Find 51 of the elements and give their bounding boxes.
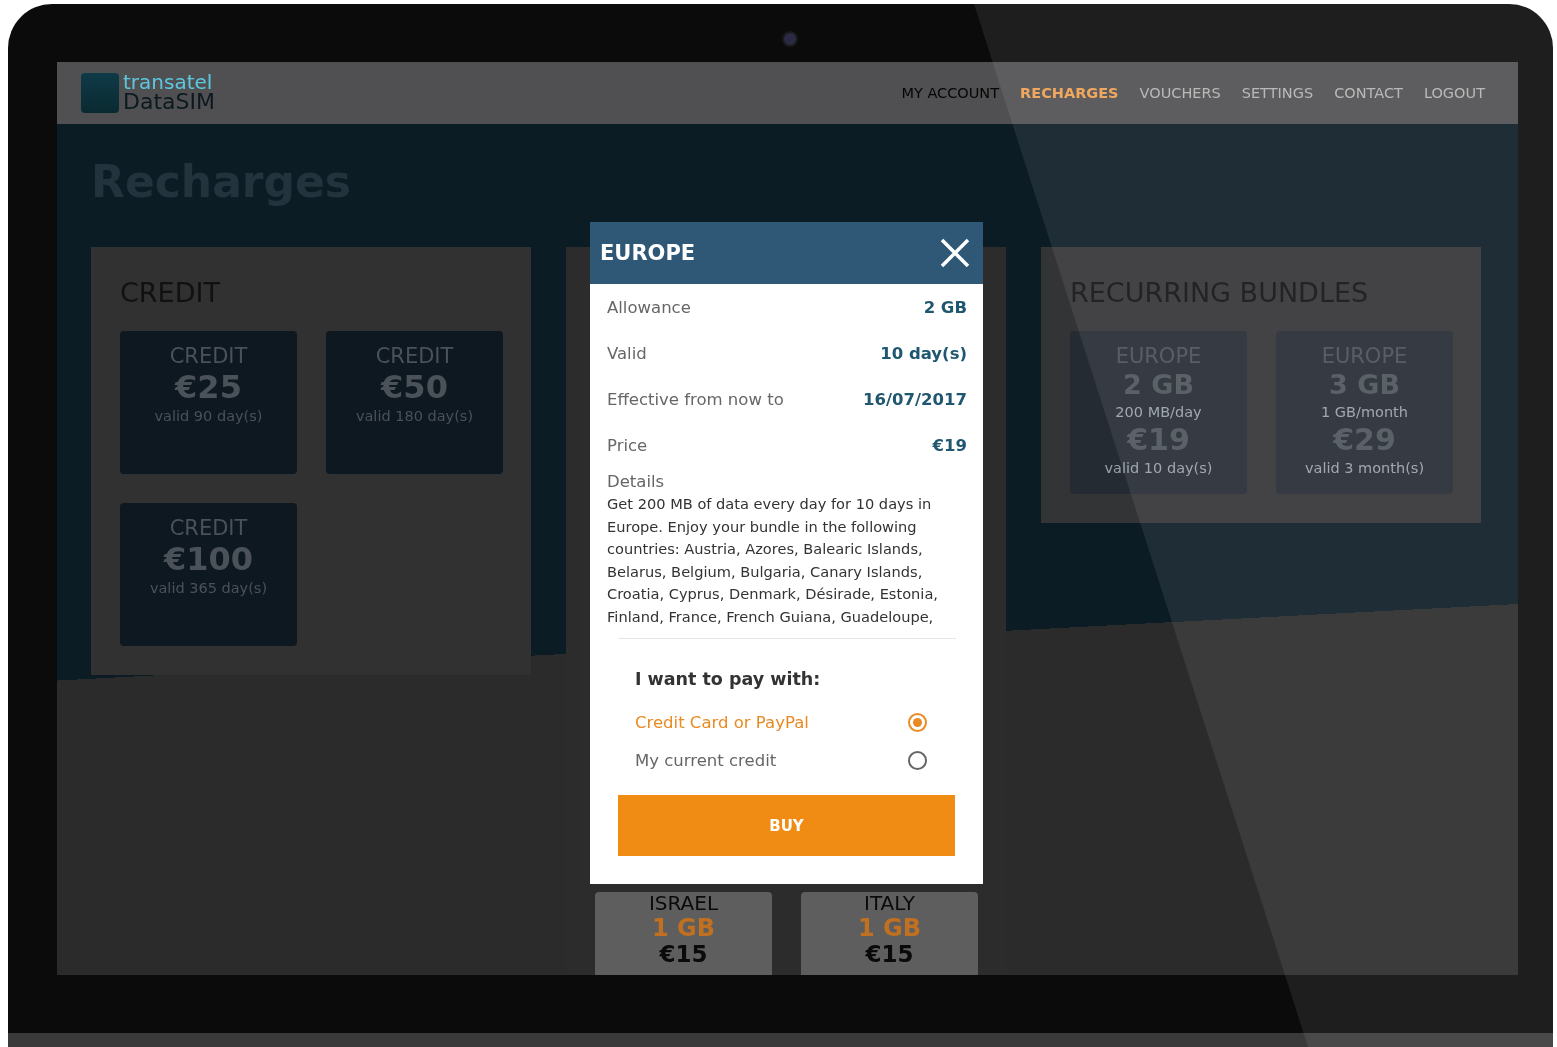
payment-option-label[interactable]: My current credit [635, 750, 777, 770]
card-price: €25 [175, 369, 242, 405]
detail-value: 16/07/2017 [863, 389, 967, 409]
detail-value: 10 day(s) [880, 343, 967, 363]
payment-option-label[interactable]: Credit Card or PayPal [635, 712, 809, 732]
bundle-card[interactable]: ITALY 1 GB €15 [801, 892, 978, 975]
payment-heading: I want to pay with: [635, 669, 822, 689]
card-price: €15 [865, 942, 914, 967]
radio-button[interactable] [908, 712, 927, 732]
details-text: Get 200 MB of data every day for 10 days in Europe. Enjoy your bundle in the following countries: Austria, Azores, Balearic Islands, Belarus, Belgium, Bulgaria, Canary Islands, Croatia, Cyprus, Denmark, Désirade, Estonia, Finland, France, French Guiana, Guadeloupe, [607, 494, 939, 627]
nav-link[interactable]: CONTACT [1334, 85, 1403, 101]
card-country: ISRAEL [648, 892, 719, 915]
detail-label: Valid [607, 343, 647, 363]
nav-link[interactable]: SETTINGS [1241, 85, 1314, 101]
details-label: Details [607, 472, 666, 491]
credit-card[interactable]: CREDIT €50 valid 180 day(s) [326, 331, 503, 474]
card-rate: 1 GB/month [1321, 403, 1408, 422]
card-label: CREDIT [169, 515, 248, 541]
detail-label: Price [607, 435, 648, 455]
card-country: ITALY [864, 892, 915, 915]
card-label: CREDIT [375, 343, 454, 369]
dialog-title: EUROPE [600, 241, 696, 265]
nav-link[interactable]: LOGOUT [1423, 85, 1485, 101]
card-price: €100 [163, 541, 254, 577]
card-price: €15 [659, 942, 708, 967]
card-label: CREDIT [169, 343, 248, 369]
close-icon[interactable] [940, 238, 970, 268]
logo-text: DataSIM [123, 92, 215, 113]
card-validity: valid 365 day(s) [149, 579, 268, 598]
card-validity: valid 180 day(s) [355, 407, 474, 426]
card-validity: valid 90 day(s) [154, 407, 263, 426]
detail-label: Allowance [607, 297, 691, 317]
detail-value: €19 [932, 435, 967, 455]
radio-button[interactable] [908, 750, 927, 770]
detail-label: Effective from now to [607, 389, 784, 409]
card-validity: valid 3 month(s) [1304, 459, 1425, 478]
buy-button[interactable]: BUY [618, 795, 955, 856]
credit-card[interactable]: CREDIT €100 valid 365 day(s) [120, 503, 297, 646]
card-price: €50 [381, 369, 448, 405]
bundle-card[interactable]: ISRAEL 1 GB €15 [595, 892, 772, 975]
card-allowance: 1 GB [651, 915, 715, 942]
nav-link[interactable]: MY ACCOUNT [901, 85, 1000, 101]
nav-link[interactable]: RECHARGES [1020, 85, 1119, 101]
card-validity: valid 10 day(s) [1104, 459, 1213, 478]
credit-card[interactable]: CREDIT €25 valid 90 day(s) [120, 331, 297, 474]
nav-link[interactable]: VOUCHERS [1139, 85, 1221, 101]
card-rate: 200 MB/day [1115, 403, 1202, 422]
logo-text: transatel [123, 73, 214, 93]
webcam-dot [782, 31, 798, 47]
detail-value: 2 GB [923, 297, 967, 317]
card-allowance: 1 GB [857, 915, 921, 942]
